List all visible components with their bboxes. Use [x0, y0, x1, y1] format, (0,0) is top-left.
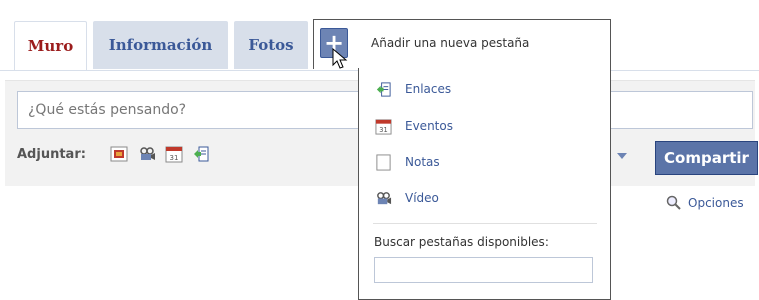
menu-item-label: Enlaces	[405, 82, 452, 96]
search-tabs-input[interactable]	[374, 257, 593, 283]
link-icon	[376, 82, 391, 97]
tab-muro[interactable]: Muro	[14, 21, 87, 70]
menu-item-video[interactable]: Vídeo	[375, 187, 595, 209]
photo-icon[interactable]	[110, 145, 128, 163]
tab-informacion[interactable]: Información	[93, 21, 228, 69]
magnifier-icon	[666, 195, 681, 210]
note-icon	[376, 154, 391, 171]
video-camera-icon[interactable]	[138, 145, 156, 163]
cursor-icon	[332, 48, 348, 69]
calendar-icon: 31	[375, 119, 392, 135]
privacy-dropdown-arrow[interactable]	[617, 153, 627, 159]
attach-label: Adjuntar:	[17, 147, 86, 162]
link-icon[interactable]	[192, 145, 210, 163]
menu-item-notas[interactable]: Notas	[375, 151, 595, 173]
menu-divider	[373, 223, 597, 224]
menu-item-label: Eventos	[405, 119, 453, 133]
menu-item-enlaces[interactable]: Enlaces	[375, 78, 595, 100]
menu-item-label: Notas	[405, 155, 440, 169]
svg-text:31: 31	[170, 154, 179, 162]
add-tab-menu: Enlaces 31 Eventos Notas Vídeo Buscar pe…	[358, 68, 611, 300]
menu-item-label: Vídeo	[405, 191, 439, 205]
share-button[interactable]: Compartir	[655, 141, 758, 175]
calendar-icon[interactable]: 31	[165, 145, 183, 163]
video-camera-icon	[377, 192, 392, 205]
add-tab-label: Añadir una nueva pestaña	[371, 36, 530, 50]
options-label: Opciones	[688, 196, 744, 210]
menu-item-eventos[interactable]: 31 Eventos	[375, 115, 595, 137]
svg-text:31: 31	[379, 126, 387, 134]
search-tabs-label: Buscar pestañas disponibles:	[374, 235, 549, 249]
tab-fotos[interactable]: Fotos	[234, 21, 308, 69]
add-tab-menu-header: Añadir una nueva pestaña	[313, 19, 611, 69]
